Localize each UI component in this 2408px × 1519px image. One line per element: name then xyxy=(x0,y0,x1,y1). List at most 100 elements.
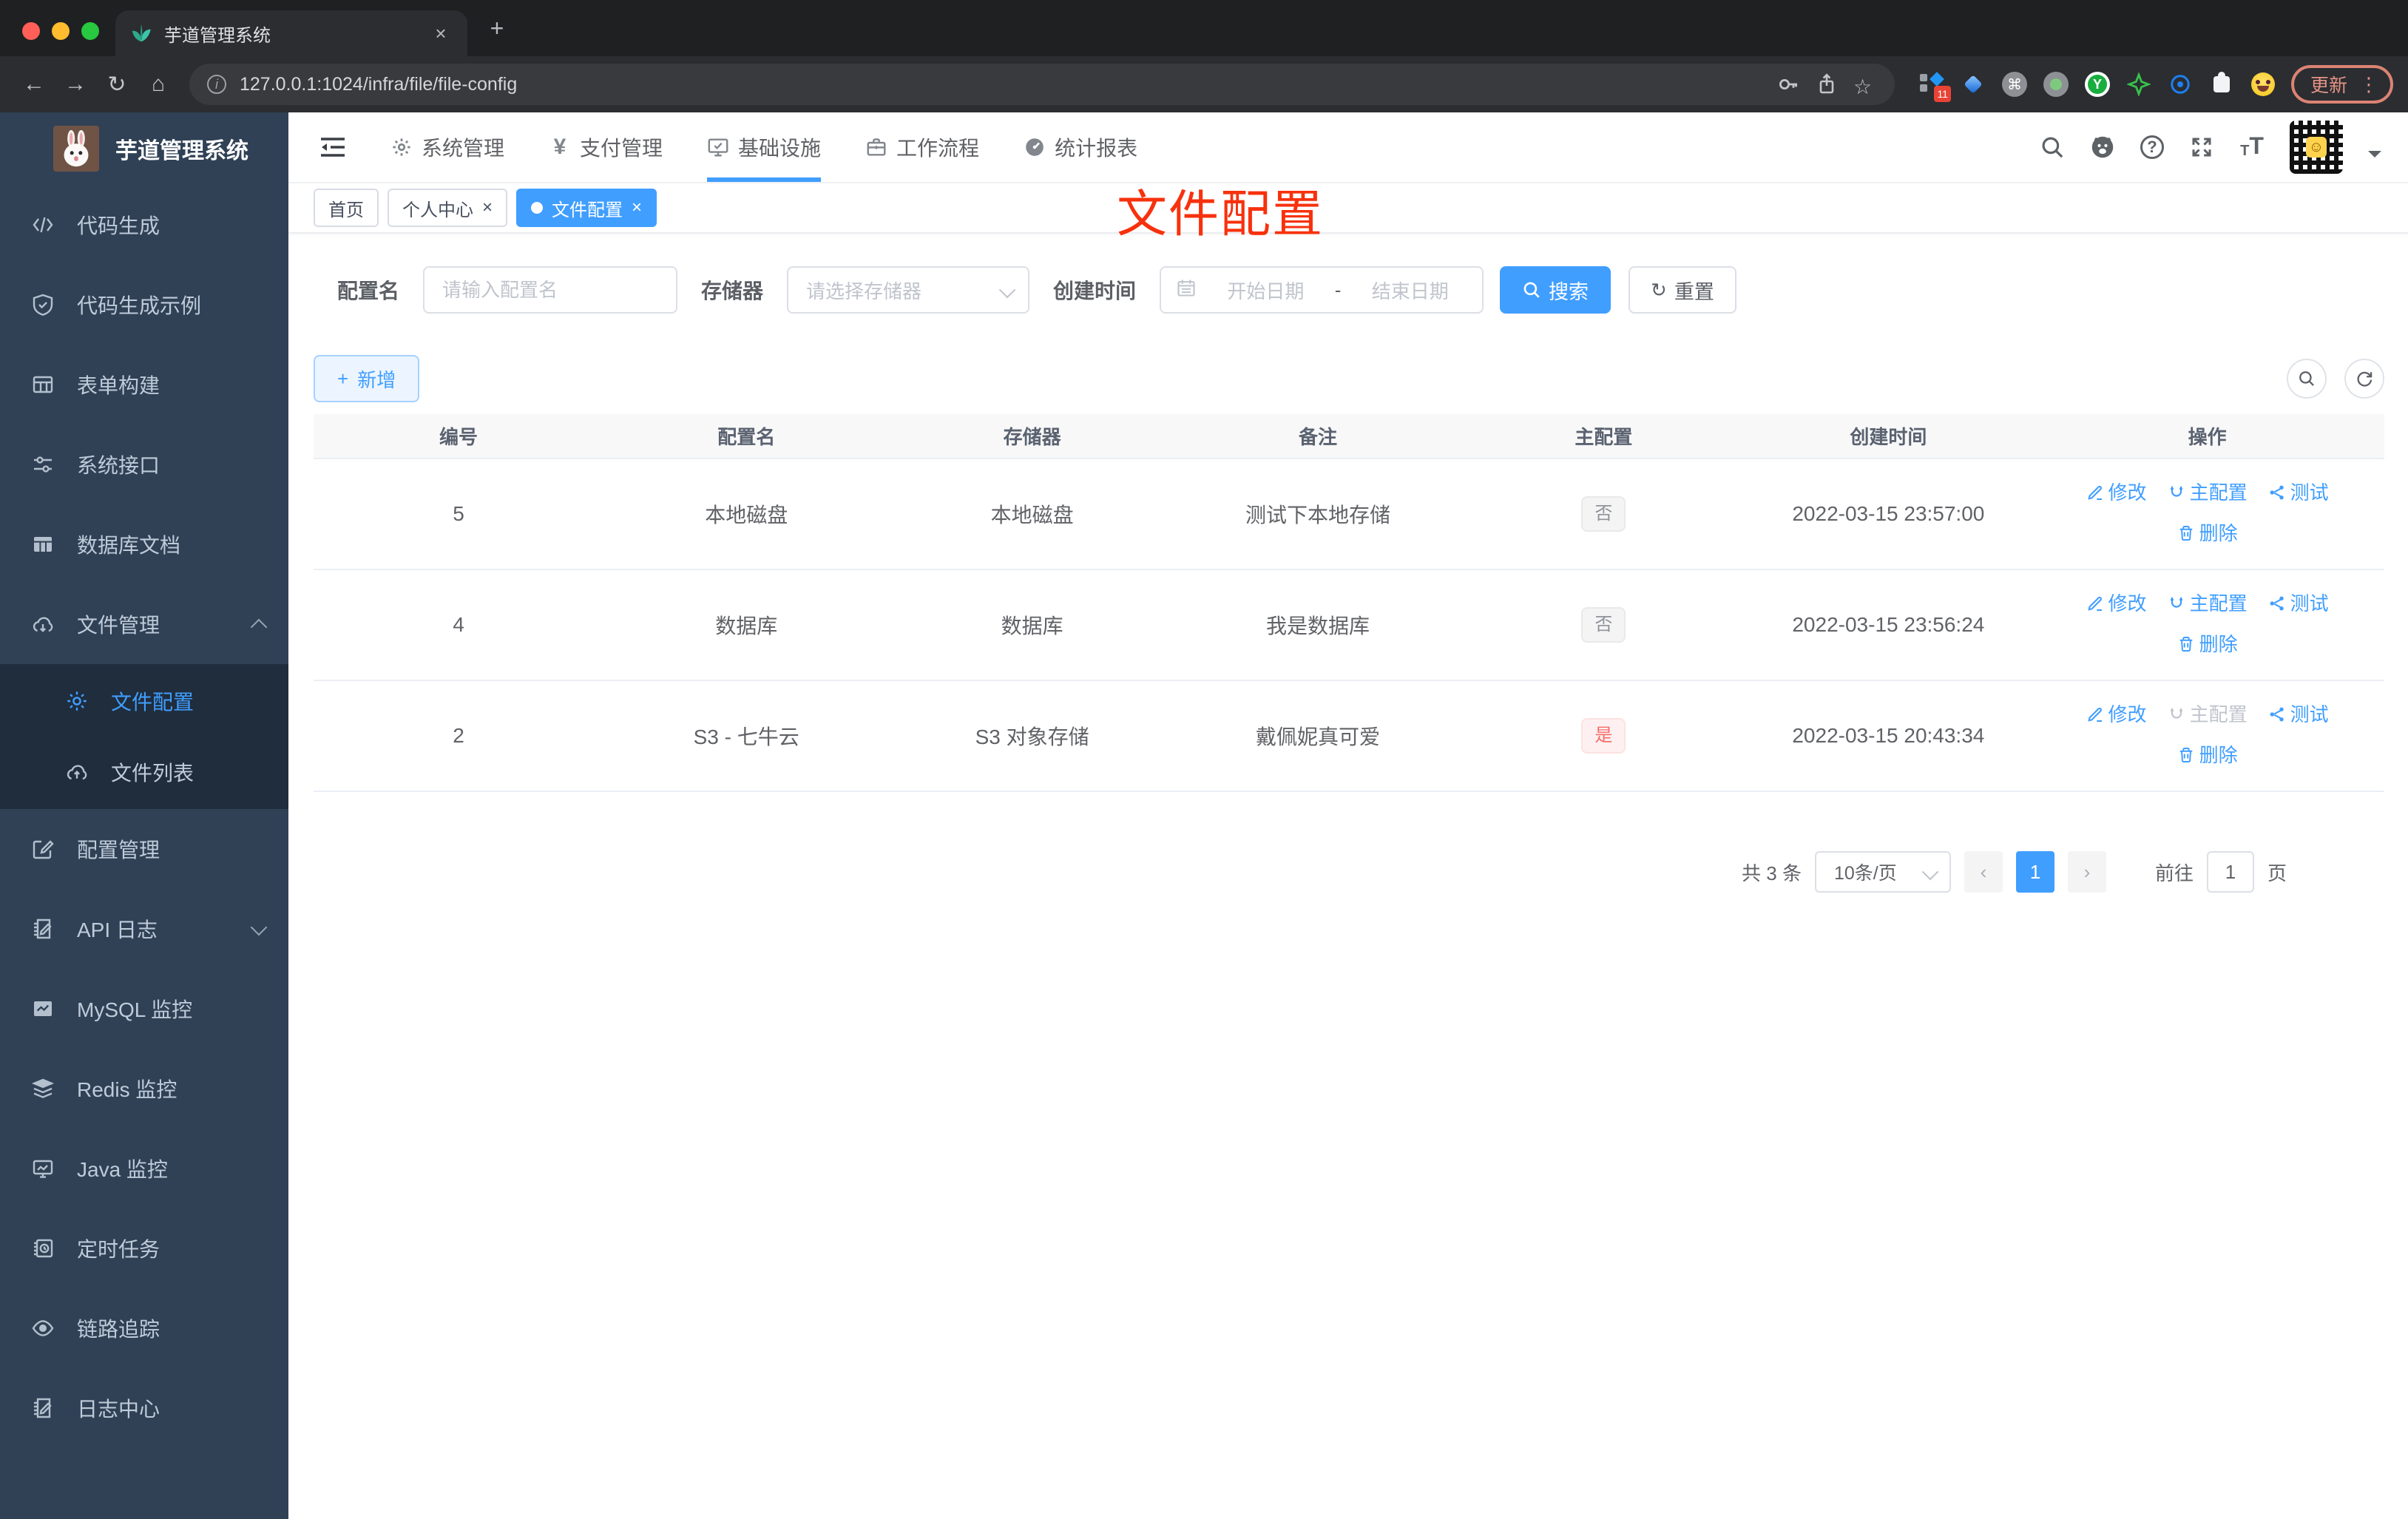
goto-page-input[interactable] xyxy=(2206,851,2254,893)
delete-action[interactable]: 删除 xyxy=(2177,514,2238,552)
window-controls xyxy=(22,22,99,40)
storage-select[interactable]: 请选择存储器 xyxy=(787,266,1030,314)
page-tab-home[interactable]: 首页 xyxy=(314,189,379,227)
github-icon[interactable] xyxy=(2090,135,2115,160)
nav-item-workflow[interactable]: 工作流程 xyxy=(865,112,979,182)
sidebar-item-config-management[interactable]: 配置管理 xyxy=(0,809,288,889)
sidebar-item-log-center[interactable]: 日志中心 xyxy=(0,1368,288,1448)
sidebar-item-file-config[interactable]: 文件配置 xyxy=(0,666,288,737)
close-window-button[interactable] xyxy=(22,22,40,40)
schedule-icon xyxy=(31,1236,55,1260)
collapse-menu-icon[interactable] xyxy=(319,135,346,159)
table-tools xyxy=(2287,359,2384,399)
test-action[interactable]: 测试 xyxy=(2268,695,2329,734)
edit-action[interactable]: 修改 xyxy=(2086,695,2147,734)
extension-gem-icon[interactable] xyxy=(1960,71,1986,98)
sidebar-item-file-management[interactable]: 文件管理 xyxy=(0,584,288,664)
sidebar-item-label: 表单构建 xyxy=(77,374,160,397)
fullscreen-icon[interactable] xyxy=(2189,135,2214,160)
refresh-table-button[interactable] xyxy=(2344,359,2384,399)
forward-button[interactable] xyxy=(56,65,95,104)
font-size-icon[interactable] xyxy=(2239,135,2265,160)
top-navbar: 系统管理 支付管理 基础设施 工作流程 统计报表 xyxy=(288,112,2408,183)
browser-menu-icon[interactable] xyxy=(2359,73,2378,96)
app-logo[interactable]: 芋道管理系统 xyxy=(0,112,288,185)
nav-item-infrastructure[interactable]: 基础设施 xyxy=(707,112,822,182)
delete-action[interactable]: 删除 xyxy=(2177,736,2238,774)
close-icon[interactable] xyxy=(632,197,642,218)
back-button[interactable] xyxy=(15,65,53,104)
master-action[interactable]: 主配置 xyxy=(2168,473,2248,512)
reset-button[interactable]: 重置 xyxy=(1629,266,1736,314)
maximize-window-button[interactable] xyxy=(81,22,99,40)
plus-icon xyxy=(337,368,348,390)
user-avatar[interactable] xyxy=(2290,121,2343,174)
sidebar-item-label: MySQL 监控 xyxy=(77,998,193,1021)
master-action[interactable]: 主配置 xyxy=(2168,584,2248,623)
tab-close-icon[interactable] xyxy=(429,22,453,45)
col-header-storage: 存储器 xyxy=(889,414,1175,459)
url-bar[interactable]: 127.0.0.1:1024/infra/file/file-config xyxy=(189,64,1895,105)
sidebar-item-tracing[interactable]: 链路追踪 xyxy=(0,1288,288,1368)
current-page[interactable]: 1 xyxy=(2015,851,2054,893)
delete-action[interactable]: 删除 xyxy=(2177,625,2238,663)
page-tab-file-config[interactable]: 文件配置 xyxy=(516,189,657,227)
extension-tabs-icon[interactable]: 11 xyxy=(1918,71,1951,102)
edit-action[interactable]: 修改 xyxy=(2086,584,2147,623)
cell-id: 2 xyxy=(314,680,603,792)
extension-recorder-icon[interactable] xyxy=(2043,71,2069,98)
sidebar-item-code-gen-example[interactable]: 代码生成示例 xyxy=(0,265,288,345)
total-count: 共 3 条 xyxy=(1742,862,1802,884)
home-button[interactable] xyxy=(139,65,177,104)
prev-page-button[interactable] xyxy=(1964,851,2003,893)
nav-item-payment[interactable]: 支付管理 xyxy=(549,112,663,182)
minimize-window-button[interactable] xyxy=(52,22,70,40)
sidebar-item-form-builder[interactable]: 表单构建 xyxy=(0,345,288,424)
new-tab-button[interactable] xyxy=(482,15,512,42)
toggle-search-button[interactable] xyxy=(2287,359,2327,399)
add-button[interactable]: 新增 xyxy=(314,355,420,402)
page-size-select[interactable]: 10条/页 xyxy=(1814,851,1951,893)
password-key-icon[interactable] xyxy=(1776,72,1800,96)
edit-action[interactable]: 修改 xyxy=(2086,473,2147,512)
sidebar-item-file-list[interactable]: 文件列表 xyxy=(0,737,288,808)
sidebar-item-mysql-monitor[interactable]: MySQL 监控 xyxy=(0,969,288,1049)
help-icon[interactable] xyxy=(2140,135,2164,159)
extension-command-icon[interactable] xyxy=(2001,71,2028,98)
reload-button[interactable] xyxy=(98,65,136,104)
extensions-puzzle-icon[interactable] xyxy=(2208,71,2235,98)
bookmark-star-icon[interactable] xyxy=(1853,72,1877,96)
nav-item-system[interactable]: 系统管理 xyxy=(390,112,504,182)
cell-create-time: 2022-03-15 20:43:34 xyxy=(1746,680,2031,792)
sidebar-item-api-log[interactable]: API 日志 xyxy=(0,889,288,969)
nav-item-reports[interactable]: 统计报表 xyxy=(1024,112,1137,182)
sidebar-item-db-doc[interactable]: 数据库文档 xyxy=(0,504,288,584)
profile-emoji-icon[interactable] xyxy=(2250,71,2276,98)
sidebar-item-java-monitor[interactable]: Java 监控 xyxy=(0,1129,288,1208)
search-button[interactable]: 搜索 xyxy=(1500,266,1611,314)
date-range-picker[interactable]: 开始日期 - 结束日期 xyxy=(1160,266,1484,314)
row-actions: 修改 主配置 测试 删除 xyxy=(2030,584,2384,666)
cell-storage: 数据库 xyxy=(889,569,1175,681)
sidebar-item-redis-monitor[interactable]: Redis 监控 xyxy=(0,1049,288,1129)
sidebar-item-label: Java 监控 xyxy=(77,1158,168,1181)
share-icon[interactable] xyxy=(1815,72,1839,96)
page-tab-profile[interactable]: 个人中心 xyxy=(388,189,508,227)
browser-toolbar: 127.0.0.1:1024/infra/file/file-config 11… xyxy=(0,56,2408,112)
chrome-update-button[interactable]: 更新 xyxy=(2290,65,2393,104)
test-action[interactable]: 测试 xyxy=(2268,584,2329,623)
test-action[interactable]: 测试 xyxy=(2268,473,2329,512)
extension-eye-icon[interactable] xyxy=(2167,71,2194,98)
extension-y-icon[interactable]: Y xyxy=(2084,71,2111,98)
sidebar-item-code-generation[interactable]: 代码生成 xyxy=(0,185,288,265)
extension-star-icon[interactable] xyxy=(2125,71,2152,98)
config-name-input[interactable] xyxy=(423,266,678,314)
avatar-caret-icon[interactable] xyxy=(2368,151,2381,164)
sidebar-item-system-api[interactable]: 系统接口 xyxy=(0,424,288,504)
browser-tab[interactable]: 芋道管理系统 xyxy=(115,10,467,56)
next-page-button[interactable] xyxy=(2067,851,2106,893)
sidebar-item-cron-job[interactable]: 定时任务 xyxy=(0,1208,288,1288)
close-icon[interactable] xyxy=(482,197,493,218)
page-info-icon[interactable] xyxy=(207,75,226,94)
search-icon[interactable] xyxy=(2040,135,2065,160)
